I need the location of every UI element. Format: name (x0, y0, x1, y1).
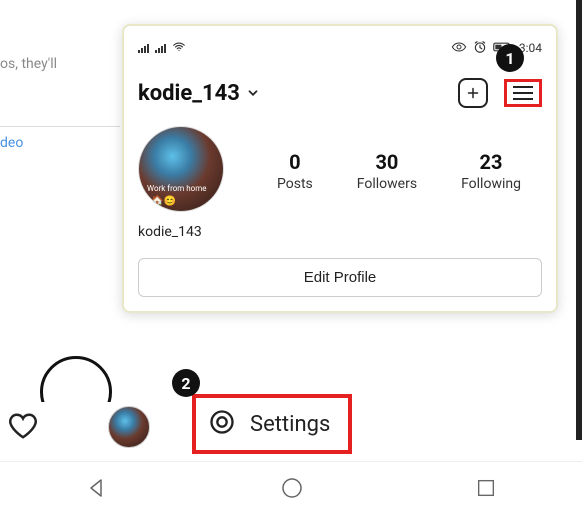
following-label: Following (461, 176, 521, 192)
heart-icon[interactable] (8, 412, 38, 444)
profile-body: Work from home 🏠😊 0 Posts 30 Followers 2… (138, 126, 542, 216)
eye-icon (451, 41, 467, 56)
settings-label: Settings (250, 412, 330, 437)
posts-label: Posts (277, 176, 313, 192)
posts-count: 0 (277, 150, 313, 174)
profile-stats: 0 Posts 30 Followers 23 Following (256, 150, 542, 192)
background-text-fragment: os, they'll (0, 56, 57, 72)
display-name: kodie_143 (138, 224, 542, 240)
recents-button[interactable] (475, 477, 497, 503)
avatar-emoji: 🏠😊 (151, 196, 176, 207)
followers-count: 30 (357, 150, 417, 174)
callout-badge-2: 2 (172, 369, 200, 397)
home-button[interactable] (280, 476, 304, 504)
signal-icon (155, 44, 166, 53)
followers-stat[interactable]: 30 Followers (357, 150, 417, 192)
edit-profile-button[interactable]: Edit Profile (138, 258, 542, 297)
status-bar: 3:04 (138, 38, 542, 58)
create-post-button[interactable] (458, 78, 488, 108)
menu-button[interactable] (504, 79, 542, 107)
alarm-icon (473, 40, 487, 57)
following-count: 23 (461, 150, 521, 174)
scrollbar-visual (576, 0, 582, 440)
profile-header: kodie_143 (138, 78, 542, 108)
story-ring-partial (40, 356, 112, 428)
wifi-icon (172, 40, 186, 57)
profile-screen-card: 3:04 kodie_143 Work from home 🏠😊 (122, 24, 558, 313)
following-stat[interactable]: 23 Following (461, 150, 521, 192)
android-nav-bar (0, 461, 582, 517)
profile-avatar: Work from home 🏠😊 (138, 126, 224, 212)
avatar-overlay-text: Work from home (147, 184, 207, 193)
username-text: kodie_143 (138, 81, 240, 106)
username-dropdown[interactable]: kodie_143 (138, 81, 260, 106)
callout-badge-1: 1 (496, 44, 524, 72)
profile-tab-avatar[interactable] (108, 406, 150, 448)
hamburger-icon (513, 86, 533, 100)
posts-stat[interactable]: 0 Posts (277, 150, 313, 192)
background-text-fragment: deo (0, 126, 120, 151)
avatar-container[interactable]: Work from home 🏠😊 (138, 126, 228, 216)
settings-menu-item[interactable]: Settings (192, 394, 352, 454)
gear-icon (208, 408, 236, 440)
back-button[interactable] (85, 476, 109, 504)
chevron-down-icon (246, 81, 260, 106)
signal-icon (138, 44, 149, 53)
followers-label: Followers (357, 176, 417, 192)
